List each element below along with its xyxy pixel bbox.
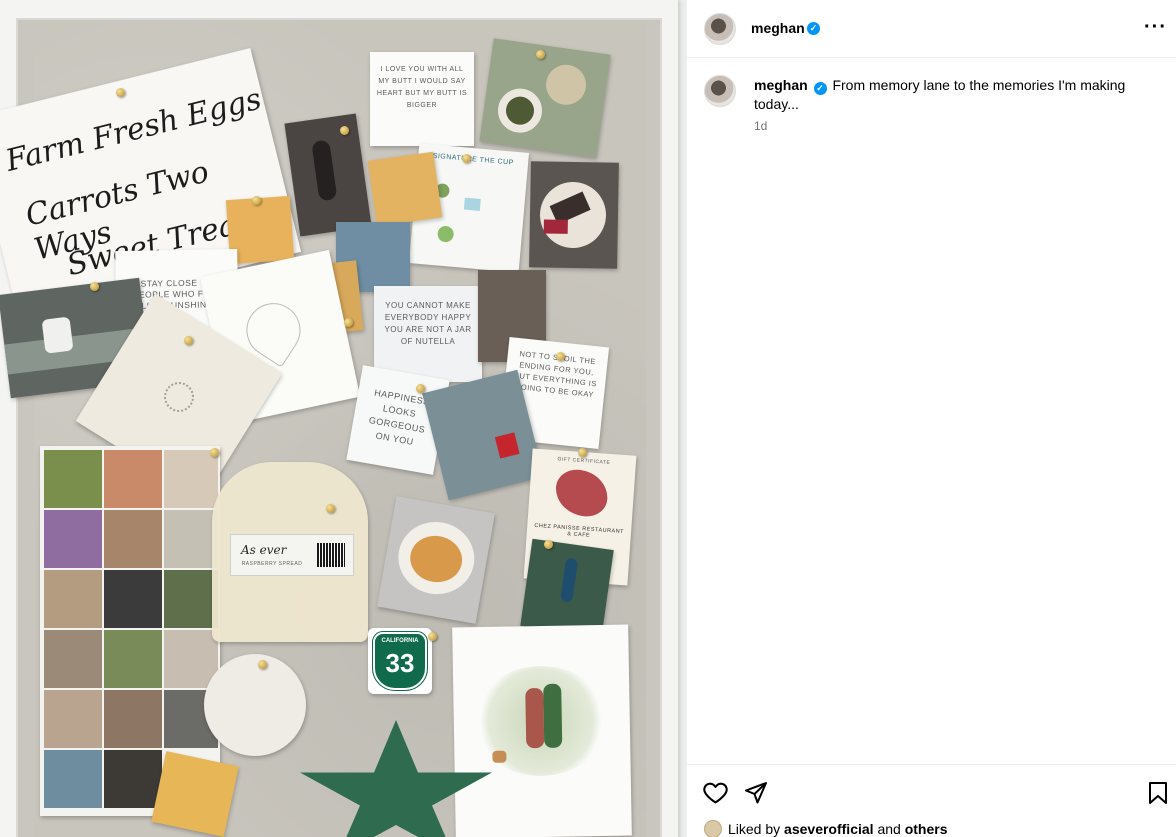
push-pin [556, 352, 565, 361]
more-options-icon[interactable]: ··· [1144, 17, 1167, 37]
ribbon-tags: As ever RASPBERRY SPREAD [212, 462, 368, 642]
push-pin [416, 384, 425, 393]
liked-by: Liked by aseverofficial and others [704, 820, 947, 837]
caption-avatar[interactable] [704, 75, 736, 107]
share-icon[interactable] [744, 781, 768, 810]
post-timestamp[interactable]: 1d [754, 119, 767, 133]
post-panel: meghan ✓ ··· meghan ✓ From memory lane t… [686, 0, 1176, 837]
caption-username[interactable]: meghan [754, 77, 808, 93]
liked-by-user[interactable]: aseverofficial [784, 821, 874, 837]
push-pin [210, 448, 219, 457]
cup-recipe-title: SIGNATURE THE CUP [432, 152, 515, 167]
liked-by-prefix: Liked by [728, 821, 781, 837]
push-pin [252, 196, 261, 205]
round-paper [204, 654, 306, 756]
push-pin [184, 336, 193, 345]
gift-certificate-name: CHEZ PANISSE RESTAURANT & CAFE [534, 522, 625, 539]
dessert-photo [529, 161, 619, 269]
route-sign-state: CALIFORNIA [381, 638, 419, 644]
push-pin [578, 448, 587, 457]
route-33-sign: CALIFORNIA 33 [368, 628, 432, 694]
post-header: meghan ✓ ··· [687, 0, 1176, 58]
heart-icon[interactable] [703, 781, 728, 809]
route-sign-number: 33 [385, 648, 415, 678]
orange-note [367, 151, 443, 227]
food-photo-top [479, 38, 611, 158]
push-pin [340, 126, 349, 135]
love-card: I LOVE YOU WITH ALL MY BUTT I WOULD SAY … [370, 52, 474, 146]
verified-badge-icon: ✓ [807, 22, 820, 35]
liked-by-others[interactable]: others [905, 821, 948, 837]
avatar[interactable] [704, 13, 736, 45]
jam-label-brand: As ever [241, 543, 287, 557]
post-image[interactable]: Farm Fresh Eggs Carrots Two Ways Sweet T… [0, 0, 686, 837]
peacock-photo [520, 538, 614, 638]
watercolor-illustration [452, 624, 632, 837]
caption-text: From memory lane to the memories I'm mak… [754, 77, 1126, 112]
push-pin [462, 154, 471, 163]
push-pin [544, 540, 553, 549]
jam-label-small: RASPBERRY SPREAD [241, 561, 303, 567]
header-username[interactable]: meghan [751, 20, 805, 36]
liked-by-and: and [877, 821, 901, 837]
post-caption: meghan ✓ From memory lane to the memorie… [754, 76, 1154, 113]
bottom-sticky-note [151, 751, 239, 837]
liker-avatar[interactable] [704, 820, 722, 837]
push-pin [90, 282, 99, 291]
push-pin [536, 50, 545, 59]
push-pin [258, 660, 267, 669]
please-card: YOU CANNOT MAKE EVERYBODY HAPPY YOU ARE … [374, 286, 482, 382]
push-pin [428, 632, 437, 641]
bookmark-icon[interactable] [1148, 781, 1168, 810]
please-card-text: YOU CANNOT MAKE EVERYBODY HAPPY YOU ARE … [384, 301, 472, 346]
push-pin [344, 318, 353, 327]
verified-badge-icon: ✓ [813, 82, 827, 95]
love-card-text: I LOVE YOU WITH ALL MY BUTT I WOULD SAY … [376, 66, 468, 109]
push-pin [116, 88, 125, 97]
push-pin [326, 504, 335, 513]
pancake-photo [377, 496, 495, 624]
